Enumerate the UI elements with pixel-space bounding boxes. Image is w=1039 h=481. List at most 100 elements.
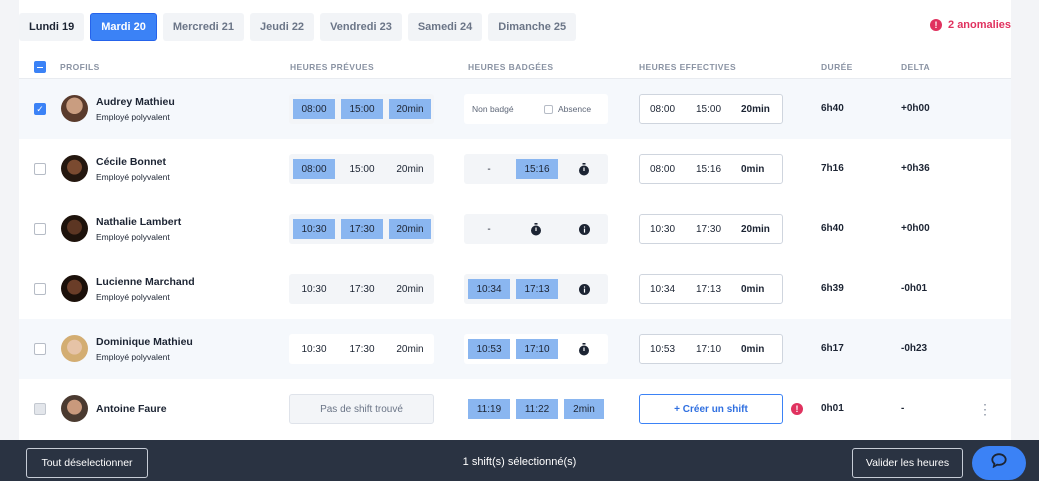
planned-pause: 20min (389, 99, 431, 119)
delta: - (901, 403, 905, 414)
planned-end: 17:30 (349, 283, 375, 295)
stopwatch-icon[interactable] (574, 334, 594, 364)
effective-pause[interactable]: 20min (741, 215, 770, 243)
employee-name: Lucienne Marchand (96, 276, 195, 288)
employee-role: Employé polyvalent (96, 232, 170, 242)
tab-mardi[interactable]: Mardi 20 (90, 13, 157, 41)
effective-start[interactable]: 10:53 (650, 335, 675, 363)
duration: 7h16 (821, 163, 844, 174)
effective-start[interactable]: 08:00 (650, 95, 675, 123)
row-checkbox[interactable] (34, 223, 46, 235)
employee-name: Dominique Mathieu (96, 336, 193, 348)
effective-pause[interactable]: 0min (741, 155, 764, 183)
effective-pause[interactable]: 20min (741, 95, 770, 123)
row-checkbox[interactable] (34, 403, 46, 415)
planned-start: 08:00 (293, 159, 335, 179)
planned-start: 10:30 (301, 343, 327, 355)
planned-hours: 08:00 15:00 20min (289, 154, 434, 184)
anomalies-label: 2 anomalies (948, 19, 1011, 31)
validate-hours-button[interactable]: Valider les heures (852, 448, 963, 478)
duration: 0h01 (821, 403, 844, 414)
effective-end[interactable]: 17:13 (696, 275, 721, 303)
planned-hours: 10:30 17:30 20min (289, 274, 434, 304)
duration: 6h40 (821, 223, 844, 234)
effective-start[interactable]: 08:00 (650, 155, 675, 183)
chat-icon (991, 453, 1007, 473)
row-checkbox[interactable] (34, 343, 46, 355)
planned-end: 15:00 (349, 163, 375, 175)
effective-end[interactable]: 15:16 (696, 155, 721, 183)
alert-icon: ! (930, 19, 943, 31)
tab-mercredi[interactable]: Mercredi 21 (162, 13, 245, 41)
no-shift-found: Pas de shift trouvé (289, 394, 434, 424)
info-icon[interactable] (574, 274, 594, 304)
badge-end: 15:16 (516, 159, 558, 179)
row-checkbox[interactable] (34, 163, 46, 175)
more-options-icon[interactable]: ⋮ (978, 399, 992, 419)
planned-pause: 20min (396, 163, 424, 175)
delta: -0h01 (901, 283, 928, 294)
stopwatch-icon[interactable] (526, 214, 546, 244)
badge-start: - (487, 223, 491, 235)
selection-footer: Tout déselectionner 1 shift(s) sélection… (0, 440, 1039, 481)
row-checkbox[interactable]: ✓ (34, 103, 46, 115)
badged-hours: Non badgé Absence (464, 94, 608, 124)
badge-end: 17:13 (516, 279, 558, 299)
table-row[interactable]: Cécile Bonnet Employé polyvalent 08:00 1… (19, 139, 1011, 199)
effective-start[interactable]: 10:34 (650, 275, 675, 303)
avatar (61, 155, 88, 182)
info-icon[interactable] (574, 214, 594, 244)
planned-hours: 10:30 17:30 20min (289, 214, 434, 244)
header-profils: PROFILS (60, 62, 100, 72)
duration: 6h39 (821, 283, 844, 294)
tab-samedi[interactable]: Samedi 24 (407, 13, 483, 41)
non-badge-label: Non badgé (472, 104, 514, 114)
badge-end: 11:22 (516, 399, 558, 419)
tab-vendredi[interactable]: Vendredi 23 (320, 13, 402, 41)
effective-end[interactable]: 17:10 (696, 335, 721, 363)
delta: +0h36 (901, 163, 930, 174)
planned-pause: 20min (396, 343, 424, 355)
effective-end[interactable]: 17:30 (696, 215, 721, 243)
checkbox-icon (544, 104, 553, 114)
effective-start[interactable]: 10:30 (650, 215, 675, 243)
effective-hours[interactable]: 10:34 17:13 0min (639, 274, 783, 304)
effective-pause[interactable]: 0min (741, 275, 764, 303)
absence-checkbox[interactable]: Absence (544, 94, 591, 124)
planned-pause: 20min (396, 283, 424, 295)
stopwatch-icon[interactable] (574, 154, 594, 184)
effective-hours[interactable]: 10:53 17:10 0min (639, 334, 783, 364)
effective-hours[interactable]: 10:30 17:30 20min (639, 214, 783, 244)
effective-pause[interactable]: 0min (741, 335, 764, 363)
planned-pause: 20min (389, 219, 431, 239)
employee-role: Employé polyvalent (96, 352, 170, 362)
badge-pause: 2min (564, 399, 604, 419)
table-row[interactable]: Lucienne Marchand Employé polyvalent 10:… (19, 259, 1011, 319)
avatar (61, 275, 88, 302)
absence-label: Absence (558, 104, 592, 114)
table-row[interactable]: Antoine Faure Pas de shift trouvé 11:19 … (19, 379, 1011, 439)
effective-end[interactable]: 15:00 (696, 95, 721, 123)
planned-end: 15:00 (341, 99, 383, 119)
table-row[interactable]: Dominique Mathieu Employé polyvalent 10:… (19, 319, 1011, 379)
badge-start: 11:19 (468, 399, 510, 419)
effective-hours[interactable]: 08:00 15:00 20min (639, 94, 783, 124)
tab-dimanche[interactable]: Dimanche 25 (488, 13, 577, 41)
effective-hours[interactable]: 08:00 15:16 0min (639, 154, 783, 184)
select-all-checkbox[interactable] (34, 61, 46, 73)
badge-start: - (487, 163, 491, 175)
table-row[interactable]: Nathalie Lambert Employé polyvalent 10:3… (19, 199, 1011, 259)
table-row[interactable]: ✓ Audrey Mathieu Employé polyvalent 08:0… (19, 79, 1011, 139)
row-checkbox[interactable] (34, 283, 46, 295)
planned-end: 17:30 (349, 343, 375, 355)
duration: 6h17 (821, 343, 844, 354)
create-shift-button[interactable]: + Créer un shift (639, 394, 783, 424)
tab-lundi[interactable]: Lundi 19 (19, 13, 85, 41)
delta: -0h23 (901, 343, 928, 354)
header-heures-prevues: HEURES PRÉVUES (290, 62, 375, 72)
anomalies-link[interactable]: ! 2 anomalies (930, 19, 1011, 31)
badged-hours: 10:53 17:10 (464, 334, 608, 364)
tab-jeudi[interactable]: Jeudi 22 (250, 13, 315, 41)
avatar (61, 215, 88, 242)
chat-button[interactable] (972, 446, 1026, 480)
